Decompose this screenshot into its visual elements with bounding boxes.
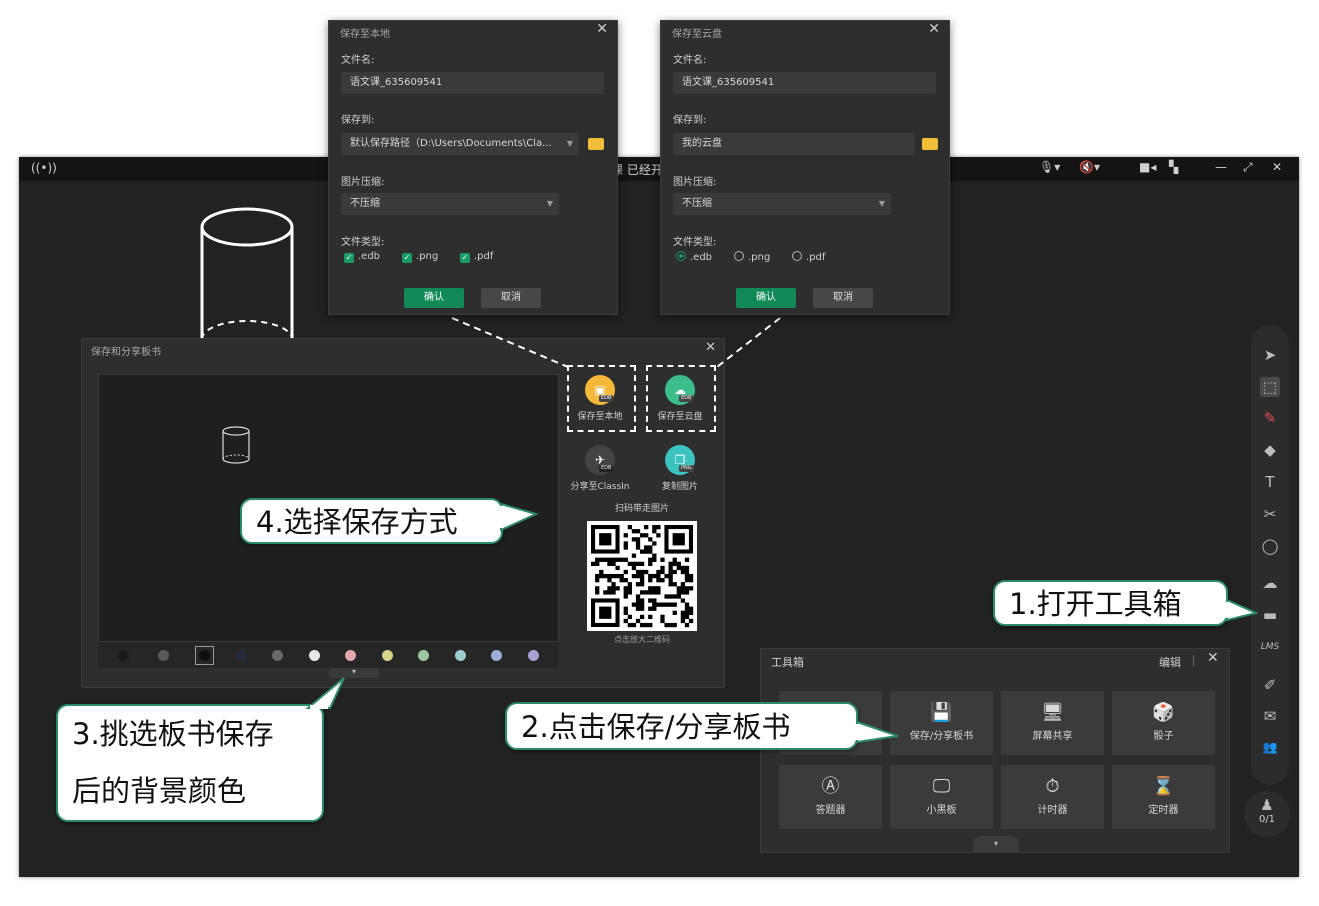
callout-step4: 4.选择保存方式	[240, 498, 503, 544]
radio-icon	[792, 251, 802, 261]
radio-selected-icon	[676, 251, 686, 261]
saveto-select[interactable]: 默认保存路径（D:\Users\Documents\Cla... ▼	[341, 133, 579, 155]
stage: ((•)) 课 已经开 🎙▾ 🔇▾ ■◂ ▚ — ⤢ ✕ ➤ ⬚ ✎ ◆ T ✂…	[0, 0, 1319, 906]
compress-value: 不压缩	[350, 198, 380, 209]
saveto-input[interactable]: 我的云盘	[673, 133, 915, 155]
compress-select[interactable]: 不压缩 ▼	[673, 193, 891, 215]
compress-label: 图片压缩:	[673, 177, 717, 188]
type-pdf-checkbox[interactable]: ✓ .pdf	[460, 251, 493, 263]
type-png-radio[interactable]: .png	[734, 251, 770, 263]
filename-label: 文件名:	[341, 55, 375, 66]
compress-label: 图片压缩:	[341, 177, 385, 188]
radio-icon	[734, 251, 744, 261]
saveto-label: 保存到:	[341, 115, 375, 126]
cancel-button[interactable]: 取消	[813, 288, 873, 308]
save-local-dialog: 保存至本地 ✕ 文件名: 语文课_635609541 保存到: 默认保存路径（D…	[328, 20, 618, 315]
saveto-value: 默认保存路径（D:\Users\Documents\Cla...	[350, 138, 552, 149]
chevron-down-icon: ▼	[878, 199, 885, 208]
close-icon[interactable]: ✕	[928, 21, 940, 37]
folder-icon[interactable]	[588, 138, 604, 150]
callout-step1: 1.打开工具箱	[993, 580, 1228, 626]
type-edb-checkbox[interactable]: ✓ .edb	[344, 251, 380, 263]
filename-input[interactable]: 语文课_635609541	[341, 72, 604, 94]
compress-select[interactable]: 不压缩 ▼	[341, 193, 559, 215]
check-icon: ✓	[344, 253, 354, 263]
callout-step3: 3.挑选板书保存 后的背景颜色	[56, 704, 324, 822]
save-cloud-dialog: 保存至云盘 ✕ 文件名: 语文课_635609541 保存到: 我的云盘 图片压…	[660, 20, 950, 315]
type-png-checkbox[interactable]: ✓ .png	[402, 251, 438, 263]
chevron-down-icon: ▼	[566, 139, 573, 148]
filename-label: 文件名:	[673, 55, 707, 66]
cancel-button[interactable]: 取消	[481, 288, 541, 308]
type-edb-radio[interactable]: .edb	[676, 251, 712, 263]
check-icon: ✓	[402, 253, 412, 263]
filetype-label: 文件类型:	[341, 237, 385, 248]
callout-tail	[499, 502, 538, 532]
type-pdf-radio[interactable]: .pdf	[792, 251, 825, 263]
close-icon[interactable]: ✕	[596, 21, 608, 37]
chevron-down-icon: ▼	[546, 199, 553, 208]
callout-tail	[305, 677, 345, 709]
saveto-label: 保存到:	[673, 115, 707, 126]
callout-tail	[855, 720, 899, 744]
compress-value: 不压缩	[682, 198, 712, 209]
filename-input[interactable]: 语文课_635609541	[673, 72, 936, 94]
folder-icon[interactable]	[922, 138, 938, 150]
check-icon: ✓	[460, 253, 470, 263]
callout-step2: 2.点击保存/分享板书	[505, 702, 858, 750]
confirm-button[interactable]: 确认	[404, 288, 464, 308]
dialog-title: 保存至云盘	[672, 29, 722, 40]
confirm-button[interactable]: 确认	[736, 288, 796, 308]
filetype-label: 文件类型:	[673, 237, 717, 248]
callout-tail	[1225, 598, 1258, 622]
dialog-title: 保存至本地	[340, 29, 390, 40]
